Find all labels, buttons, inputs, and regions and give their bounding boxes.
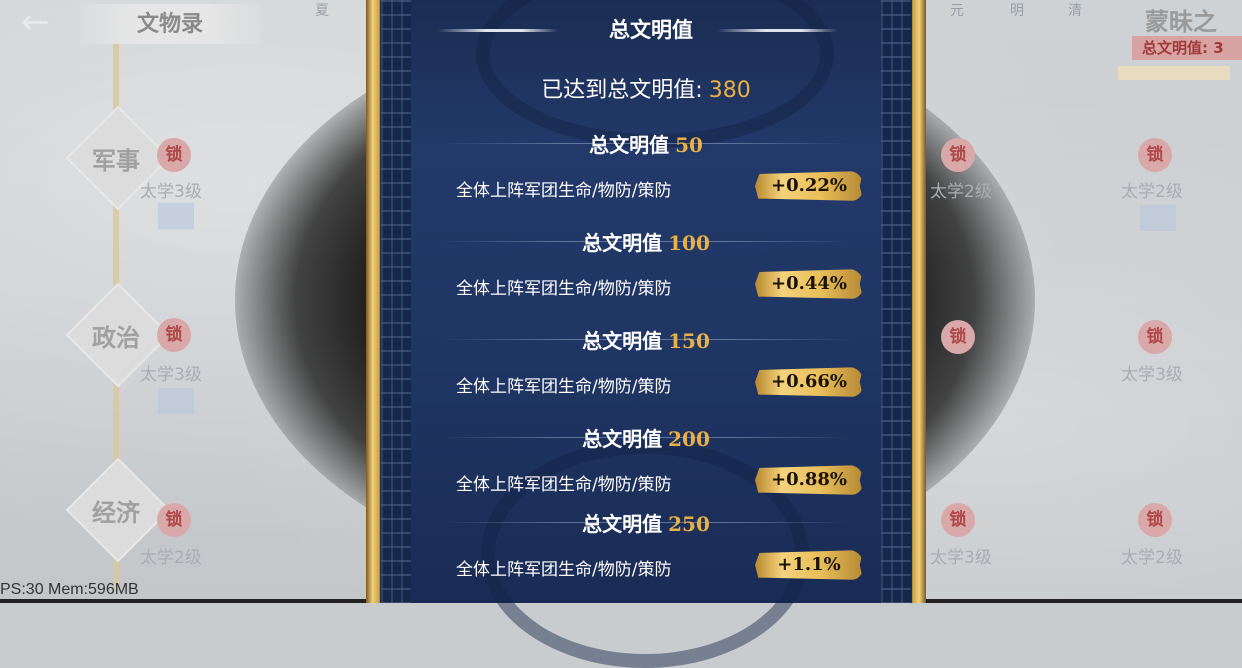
slot-chip — [1140, 205, 1176, 231]
reached-value: 380 — [708, 78, 751, 103]
tier-description: 全体上阵军团生命/物防/策防 — [456, 377, 672, 397]
tier-row: 总文明值 100 全体上阵军团生命/物防/策防 +0.44% — [381, 224, 911, 322]
tier-label: 总文明值 — [589, 133, 670, 157]
tier-label: 总文明值 — [582, 231, 663, 255]
lock-icon[interactable]: 锁 — [941, 503, 975, 537]
bonus-badge: +0.66% — [755, 367, 863, 397]
tier-threshold: 50 — [675, 133, 703, 157]
tier-heading: 总文明值 250 — [381, 508, 911, 537]
category-label: 军事 — [92, 146, 140, 175]
era-label[interactable]: 元 — [950, 0, 964, 20]
era-title: 蒙昧之 — [1145, 7, 1217, 36]
lock-icon[interactable]: 锁 — [1138, 320, 1172, 354]
reached-total: 已达到总文明值: 380 — [381, 72, 911, 104]
lock-icon[interactable]: 锁 — [157, 138, 191, 172]
page-title: 文物录 — [80, 4, 260, 44]
unlock-level: 太学2级 — [1121, 548, 1183, 568]
category-label: 政治 — [92, 323, 140, 352]
unlock-level: 太学3级 — [930, 548, 992, 568]
unlock-level: 太学3级 — [140, 365, 202, 385]
back-arrow-icon[interactable]: ← — [0, 4, 70, 40]
tier-heading: 总文明值 100 — [381, 227, 911, 256]
unlock-level: 太学2级 — [140, 548, 202, 568]
lock-icon[interactable]: 锁 — [157, 318, 191, 352]
unlock-level: 太学2级 — [930, 182, 992, 202]
tier-label: 总文明值 — [582, 329, 663, 353]
category-label: 经济 — [92, 498, 140, 527]
tier-threshold: 150 — [668, 329, 710, 353]
tier-row: 总文明值 250 全体上阵军团生命/物防/策防 +1.1% — [381, 505, 911, 603]
tier-heading: 总文明值 150 — [381, 325, 911, 354]
lock-icon[interactable]: 锁 — [941, 138, 975, 172]
tier-threshold: 200 — [668, 427, 710, 451]
title-divider-left — [438, 29, 558, 32]
fps-readout: PS:30 Mem:596MB — [0, 581, 139, 598]
popup-body: 总文明值 已达到总文明值: 380 总文明值 50 全体上阵军团生命/物防/策防 +… — [381, 0, 911, 668]
popup-title: 总文明值 — [609, 17, 693, 42]
bonus-badge: +0.88% — [755, 465, 863, 495]
tier-description: 全体上阵军团生命/物防/策防 — [456, 181, 672, 201]
slot-chip — [158, 388, 194, 414]
tier-row: 总文明值 50 全体上阵军团生命/物防/策防 +0.22% — [381, 126, 911, 224]
era-civ-value: 总文明值: 3 — [1132, 36, 1242, 60]
tier-threshold: 100 — [668, 231, 710, 255]
bonus-badge: +0.22% — [755, 171, 863, 201]
unlock-level: 太学2级 — [1121, 182, 1183, 202]
lock-icon[interactable]: 锁 — [941, 320, 975, 354]
bonus-badge: +0.44% — [755, 269, 863, 299]
era-bar — [1118, 66, 1230, 80]
tier-description: 全体上阵军团生命/物防/策防 — [456, 560, 672, 580]
reached-label: 已达到总文明值: — [541, 78, 703, 103]
tier-heading: 总文明值 200 — [381, 423, 911, 452]
era-label[interactable]: 清 — [1068, 0, 1082, 20]
tier-row: 总文明值 200 全体上阵军团生命/物防/策防 +0.88% — [381, 420, 911, 518]
tier-label: 总文明值 — [582, 427, 663, 451]
tier-label: 总文明值 — [582, 512, 663, 536]
civilization-popup: 总文明值 已达到总文明值: 380 总文明值 50 全体上阵军团生命/物防/策防 +… — [366, 0, 926, 668]
lock-icon[interactable]: 锁 — [1138, 138, 1172, 172]
era-label[interactable]: 明 — [1010, 0, 1024, 20]
lock-icon[interactable]: 锁 — [1138, 503, 1172, 537]
era-label[interactable]: 夏 — [315, 0, 329, 20]
tier-description: 全体上阵军团生命/物防/策防 — [456, 279, 672, 299]
unlock-level: 太学3级 — [140, 182, 202, 202]
lock-icon[interactable]: 锁 — [157, 503, 191, 537]
tier-heading: 总文明值 50 — [381, 129, 911, 158]
slot-chip — [158, 203, 194, 229]
bonus-badge: +1.1% — [755, 550, 863, 580]
unlock-level: 太学3级 — [1121, 365, 1183, 385]
tier-description: 全体上阵军团生命/物防/策防 — [456, 475, 672, 495]
tier-threshold: 250 — [668, 512, 710, 536]
tier-row: 总文明值 150 全体上阵军团生命/物防/策防 +0.66% — [381, 322, 911, 420]
